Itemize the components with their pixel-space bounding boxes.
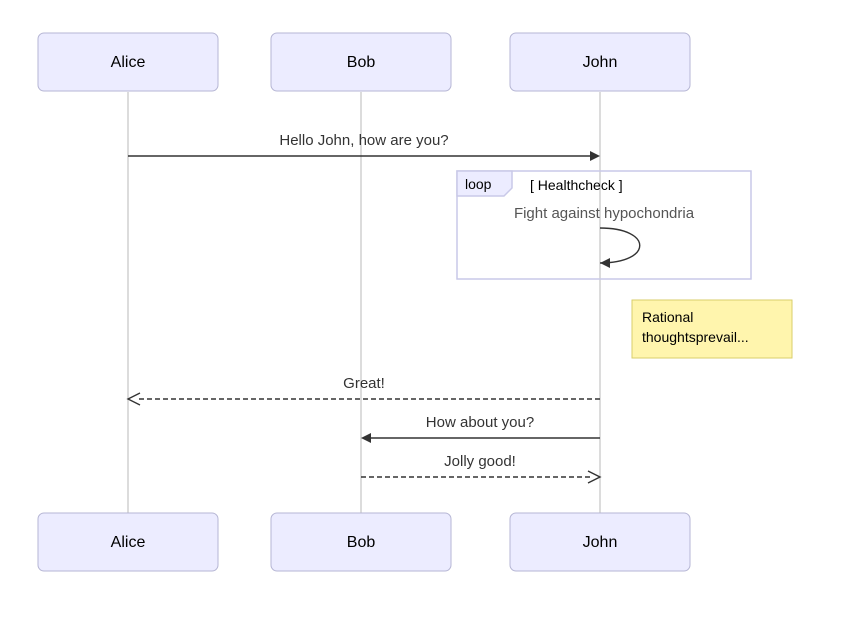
self-loop-arrowhead [600,258,610,268]
loop-msg-label: Fight against hypochondria [514,205,695,222]
msg-jolly-label: Jolly good! [444,453,516,470]
actor-john-top-label: John [583,54,618,71]
actor-bob-top-label: Bob [347,54,376,71]
actor-alice-bottom-label: Alice [111,534,146,551]
sequence-diagram: Alice Bob John Alice Bob John Hello John… [0,0,842,618]
msg-hello-label: Hello John, how are you? [279,132,448,149]
msg-hello-arrowhead [590,151,600,161]
msg-howabout-arrowhead [361,433,371,443]
msg-howabout-label: How about you? [426,414,534,431]
actor-john-bottom-label: John [583,534,618,551]
actor-alice-top-label: Alice [111,54,146,71]
actor-bob-bottom-label: Bob [347,534,376,551]
loop-title: [ Healthcheck ] [530,177,623,193]
loop-tag-label: loop [465,176,492,192]
msg-great-label: Great! [343,375,385,392]
note-line2: thoughtsprevail... [642,329,749,345]
msg-great-arrowhead [128,393,140,405]
note-line1: Rational [642,309,693,325]
self-loop-arrow [600,228,640,263]
